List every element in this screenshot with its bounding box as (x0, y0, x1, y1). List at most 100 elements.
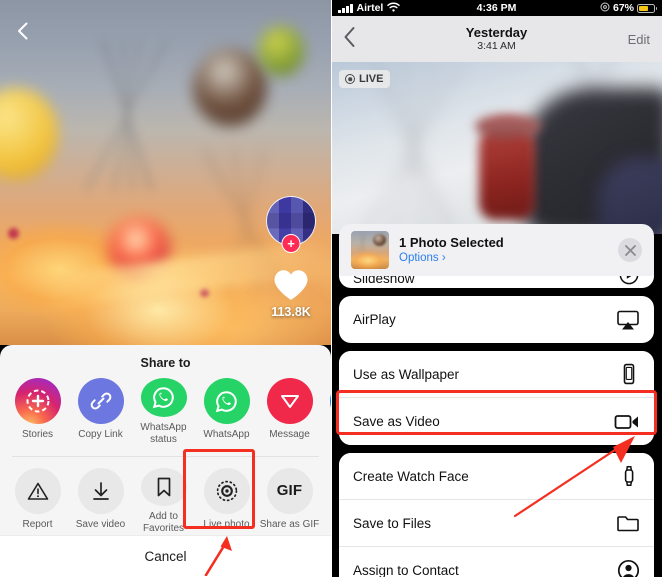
status-bar: Airtel 4:36 PM 67% (331, 0, 662, 16)
airplay-icon (616, 309, 640, 331)
balloon-yellow (0, 88, 58, 180)
like-button[interactable]: 113.8K (271, 268, 311, 319)
share-item-stories[interactable]: Stories (6, 378, 69, 446)
options-link[interactable]: Options › (399, 251, 504, 266)
selected-photo-thumbnail[interactable] (351, 231, 389, 269)
selection-title: 1 Photo Selected (399, 234, 504, 250)
action-item-label: Live photo (203, 518, 250, 530)
gif-icon: GIF (266, 467, 313, 514)
video-camera-icon (614, 412, 640, 432)
share-actions-row[interactable]: Report Save video Add to Favorites Live … (0, 457, 331, 536)
chevron-right-icon: › (441, 251, 446, 264)
list-row-label: Create Watch Face (353, 468, 469, 484)
share-item-message[interactable]: Message (258, 378, 321, 446)
send-icon (266, 378, 313, 424)
live-badge-label: LIVE (359, 73, 384, 85)
folder-icon (616, 513, 640, 533)
photo-time-subtitle: 3:41 AM (477, 40, 516, 52)
close-icon (624, 244, 636, 256)
whatsapp-icon (203, 378, 250, 424)
balloon-green (258, 26, 304, 76)
list-group-more: Create Watch Face Save to Files Assign t… (339, 453, 654, 577)
ios-photos-panel: Airtel 4:36 PM 67% Yesterday 3:41 AM Edi… (331, 0, 662, 577)
share-sheet-title: Share to (140, 356, 191, 370)
ios-share-sheet: Slideshow AirPlay Use as Wallpaper Save … (331, 224, 662, 577)
action-item-add-to-favorites[interactable]: Add to Favorites (132, 467, 195, 536)
heart-icon (274, 270, 308, 300)
share-item-copy-link[interactable]: Copy Link (69, 378, 132, 446)
photos-nav-center: Yesterday 3:41 AM (331, 25, 662, 53)
share-sheet-header-texts: 1 Photo Selected Options › (399, 235, 504, 266)
list-row-create-watch-face[interactable]: Create Watch Face (339, 453, 654, 500)
share-item-facebook[interactable]: Fa (321, 378, 331, 446)
balloon-dark (193, 48, 267, 126)
live-photo-icon (345, 74, 355, 84)
watch-icon (618, 465, 640, 487)
like-count: 113.8K (271, 305, 311, 319)
cancel-button[interactable]: Cancel (0, 535, 331, 577)
action-item-report[interactable]: Report (6, 467, 69, 536)
avatar[interactable]: + (266, 196, 316, 253)
options-label: Options (399, 251, 439, 264)
rotation-lock-icon (600, 2, 610, 15)
list-row-airplay[interactable]: AirPlay (339, 296, 654, 343)
share-item-whatsapp-status[interactable]: WhatsApp status (132, 378, 195, 446)
battery-charging-icon (637, 3, 657, 13)
share-item-label: WhatsApp status (140, 421, 187, 445)
tiktok-share-sheet: Share to Stories Copy Link WhatsApp stat… (0, 345, 331, 577)
light-speck-left (8, 228, 19, 239)
list-row-save-to-files[interactable]: Save to Files (339, 500, 654, 547)
phone-icon (618, 363, 640, 385)
warning-triangle-icon (14, 467, 61, 514)
download-icon (77, 467, 124, 514)
tiktok-panel: + 113.8K Share to Stories Copy Link What… (0, 0, 331, 577)
live-photo-icon (203, 467, 250, 514)
list-group-wallpaper: Use as Wallpaper Save as Video (339, 351, 654, 445)
share-sheet-header: 1 Photo Selected Options › (339, 224, 654, 276)
action-item-label: Share as GIF (259, 518, 320, 530)
chevron-left-icon (18, 22, 28, 40)
action-item-live-photo[interactable]: Live photo (195, 467, 258, 536)
share-item-label: Message (269, 429, 310, 440)
share-item-label: Fa (322, 429, 332, 441)
share-item-label: WhatsApp (203, 429, 250, 440)
photo-cup-rim (475, 114, 541, 138)
share-actions-list[interactable]: Slideshow AirPlay Use as Wallpaper Save … (339, 262, 654, 577)
list-row-label: Save as Video (353, 414, 440, 429)
share-item-label: Stories (21, 429, 54, 440)
back-button[interactable] (12, 20, 34, 42)
live-photo-badge[interactable]: LIVE (339, 70, 391, 88)
list-group-airplay: AirPlay (339, 296, 654, 343)
list-row-assign-to-contact[interactable]: Assign to Contact (339, 547, 654, 577)
panel-divider (331, 0, 332, 577)
action-item-save-video[interactable]: Save video (69, 467, 132, 536)
instagram-stories-icon (14, 378, 61, 424)
photo-preview[interactable]: LIVE (331, 62, 662, 234)
list-row-label: AirPlay (353, 312, 396, 327)
list-row-label: Use as Wallpaper (353, 366, 460, 382)
share-item-label: Copy Link (78, 429, 123, 440)
whatsapp-icon (140, 378, 187, 417)
list-row-label: Save to Files (353, 515, 432, 531)
battery-percent-label: 67% (612, 2, 634, 14)
photo-date-title: Yesterday (465, 25, 528, 40)
list-row-label: Assign to Contact (353, 563, 459, 577)
link-icon (77, 378, 124, 424)
action-item-label: Add to Favorites (142, 511, 185, 535)
action-item-label: Save video (75, 518, 126, 530)
list-row-use-as-wallpaper[interactable]: Use as Wallpaper (339, 351, 654, 398)
photos-navigation-bar: Yesterday 3:41 AM Edit (331, 16, 662, 62)
action-item-share-as-gif[interactable]: GIF Share as GIF (258, 467, 321, 536)
share-item-whatsapp[interactable]: WhatsApp (195, 378, 258, 446)
list-row-save-as-video[interactable]: Save as Video (339, 398, 654, 445)
share-apps-row[interactable]: Stories Copy Link WhatsApp status WhatsA… (0, 378, 331, 446)
status-bar-right: 67% (600, 2, 657, 15)
follow-button[interactable]: + (281, 234, 301, 253)
tiktok-action-rail: + 113.8K (259, 196, 323, 319)
screenshot-root: + 113.8K Share to Stories Copy Link What… (0, 0, 662, 577)
edit-button[interactable]: Edit (628, 32, 650, 47)
person-circle-icon (617, 559, 640, 577)
bookmark-icon (140, 467, 187, 507)
action-item-label: Report (22, 518, 53, 530)
close-share-sheet-button[interactable] (618, 238, 642, 262)
